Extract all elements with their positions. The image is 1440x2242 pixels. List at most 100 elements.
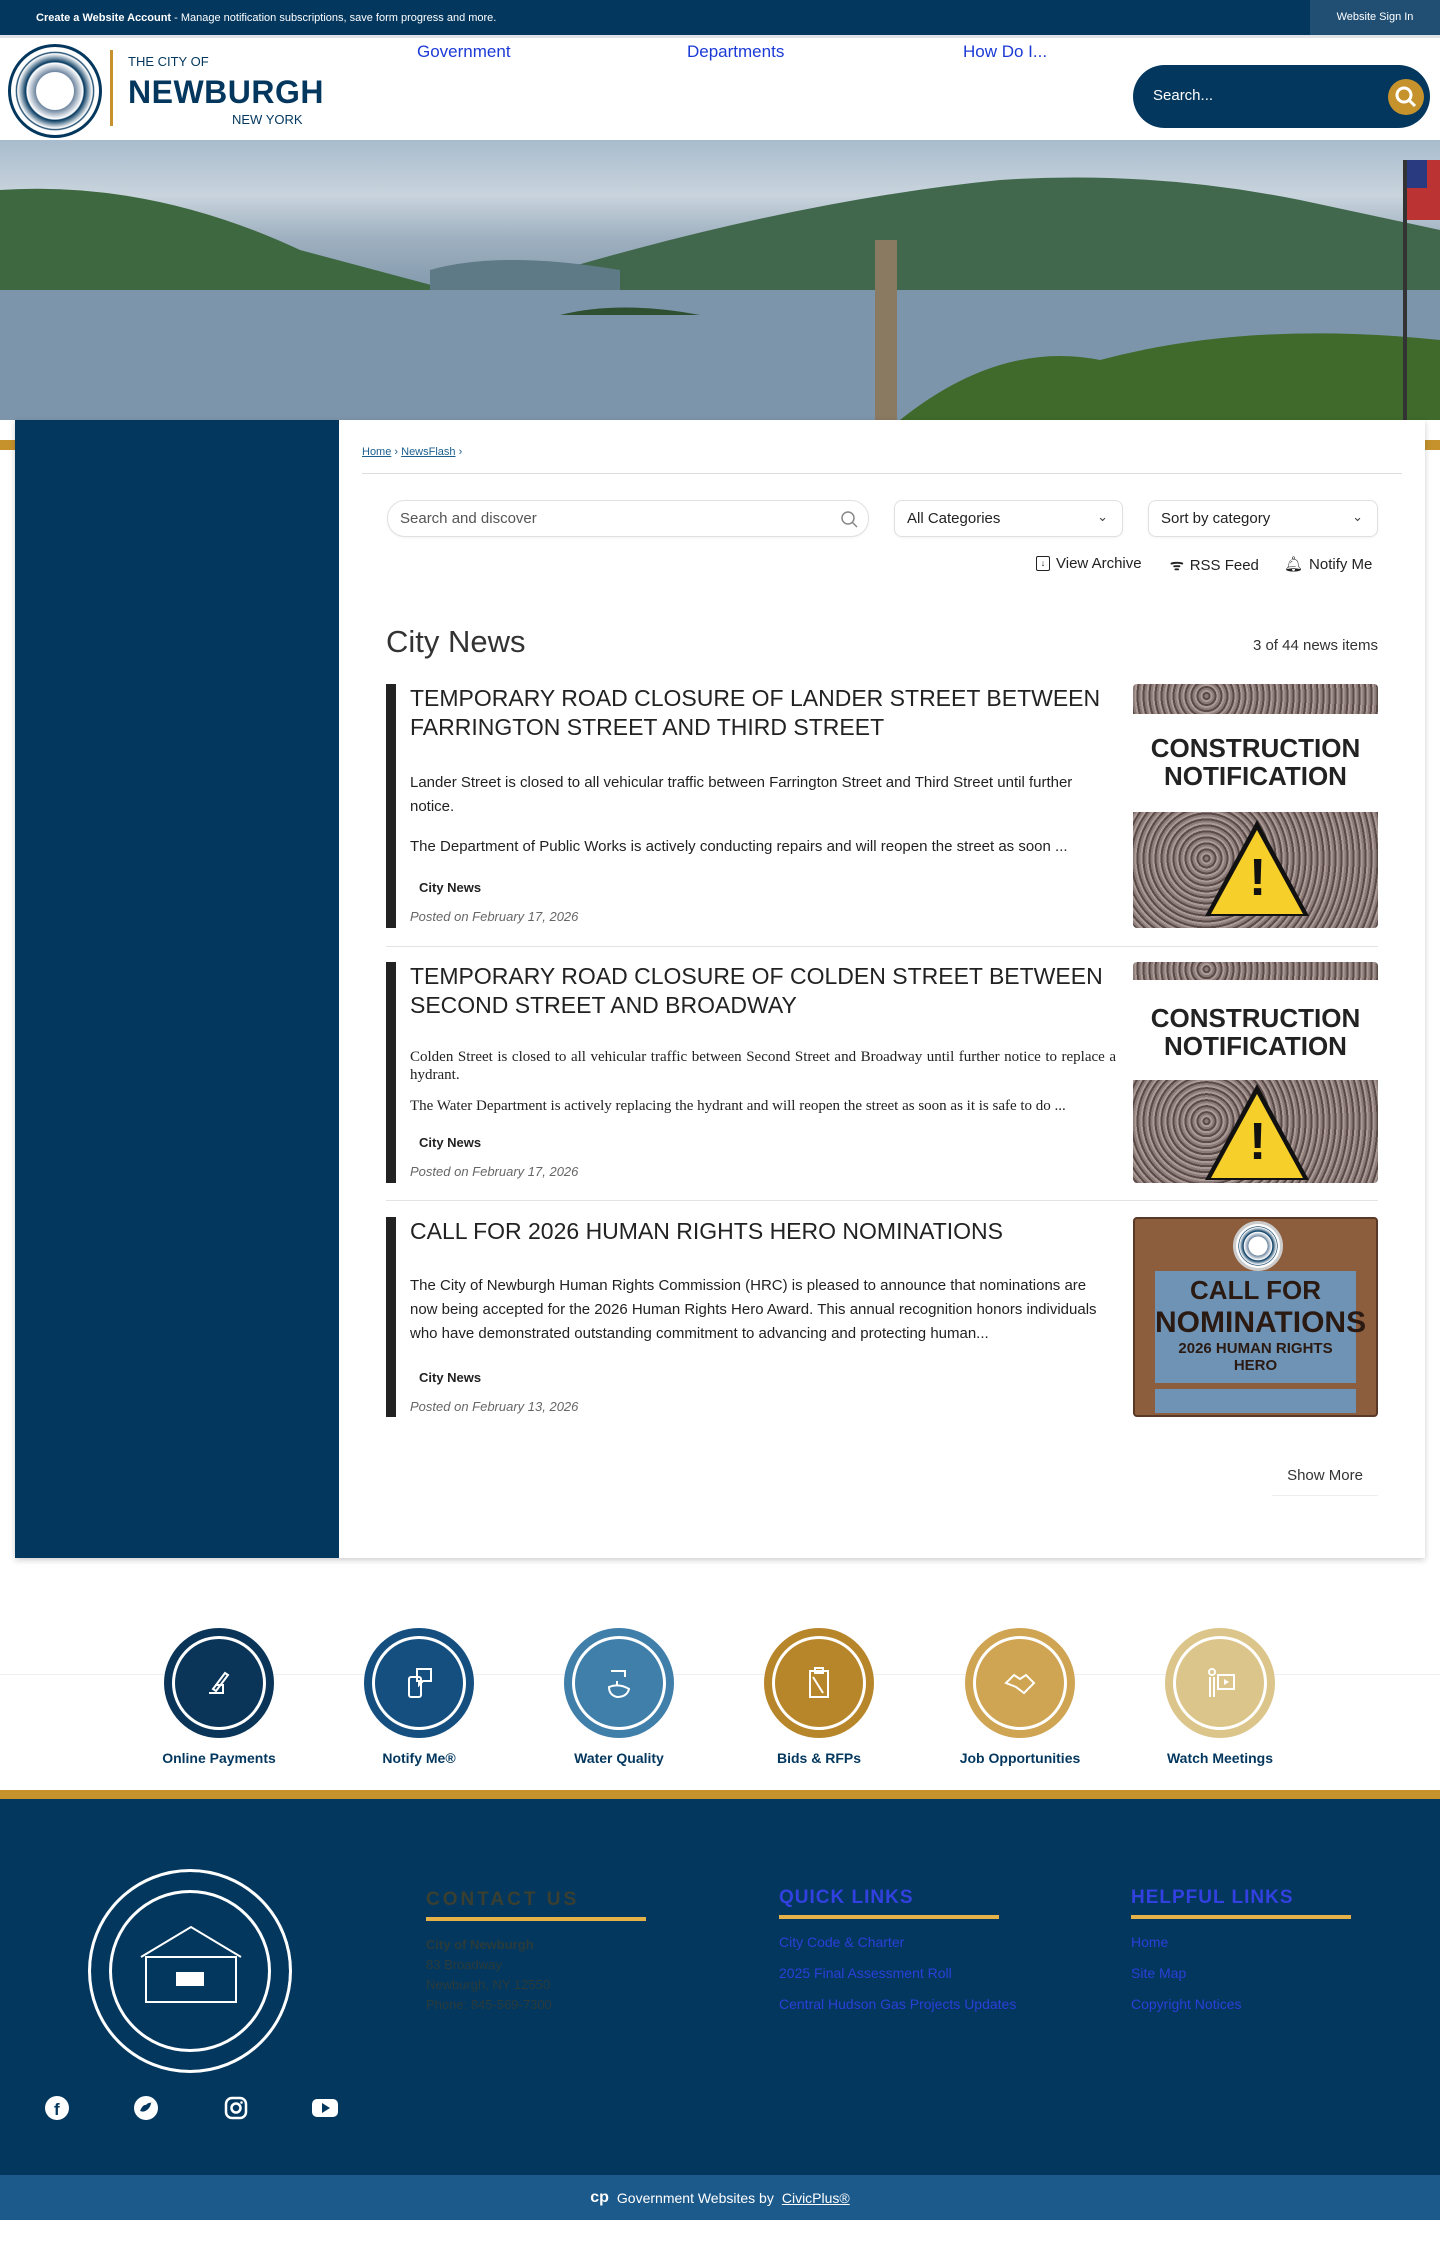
site-search[interactable]: Search... [1133,65,1430,128]
nav-departments[interactable]: Departments [687,42,784,62]
breadcrumb-home[interactable]: Home [362,446,391,458]
breadcrumb: Home › NewsFlash › [362,446,463,458]
hand-pen-icon [209,1671,230,1694]
twitter-icon[interactable] [133,2095,159,2121]
footer-link-site-map[interactable]: Site Map [1131,1958,1351,1989]
facebook-icon[interactable]: f [44,2095,70,2121]
quick-link-ring [973,1636,1067,1730]
quick-link-water-quality[interactable]: Water Quality [519,1628,719,1766]
instagram-icon[interactable] [223,2095,249,2121]
news-item-date: Posted on February 17, 2026 [410,909,579,924]
quick-link-bids-rfps[interactable]: Bids & RFPs [719,1628,919,1766]
news-item-category: City News [419,1370,482,1385]
svg-text:f: f [54,2100,60,2119]
site-header: THE CITY OF NEWBURGH NEW YORK Government… [0,35,1440,140]
gravel-texture [1133,962,1378,980]
nav-government[interactable]: Government [417,42,511,62]
footer-link-assessment-roll[interactable]: 2025 Final Assessment Roll [779,1958,1016,1989]
chevron-down-icon: ⌄ [1352,509,1363,524]
civicplus-text: Government Websites by [616,2189,774,2206]
contact-heading: CONTACT US [426,1889,580,1910]
quick-link-watch-meetings[interactable]: Watch Meetings [1120,1628,1320,1766]
footer-link-city-code[interactable]: City Code & Charter [779,1927,1016,1958]
footer-link-copyright[interactable]: Copyright Notices [1131,1989,1351,2020]
divider [386,1200,1378,1201]
news-item-summary: The City of Newburgh Human Rights Commis… [410,1277,1097,1342]
footer-link-home[interactable]: Home [1131,1927,1351,1958]
news-item-summary-2: The Water Department is actively replaci… [410,1098,1066,1114]
news-item: CALL FOR 2026 HUMAN RIGHTS HERO NOMINATI… [386,1217,1378,1417]
rss-feed-link[interactable]: ᯤ RSS Feed [1170,555,1259,575]
image-line2: NOMINATIONS [1155,1306,1367,1339]
exclamation-mark: ! [1249,1113,1267,1171]
footer-link-central-hudson[interactable]: Central Hudson Gas Projects Updates [779,1989,1016,2020]
news-item-title[interactable]: CALL FOR 2026 HUMAN RIGHTS HERO NOMINATI… [410,1217,1110,1246]
quick-link-circle[interactable] [965,1628,1075,1738]
city-seal-logo[interactable] [8,44,102,138]
site-search-input[interactable]: Search... [1153,87,1213,104]
news-item-summary: Lander Street is closed to all vehicular… [410,774,1073,815]
quick-link-circle[interactable] [764,1628,874,1738]
search-icon [1395,86,1417,108]
image-line3: 2026 HUMAN RIGHTS HERO [1178,1340,1333,1374]
quick-link-label: Water Quality [574,1750,664,1766]
quick-link-label: Online Payments [162,1750,276,1766]
news-search-placeholder: Search and discover [400,510,537,527]
youtube-icon[interactable] [312,2095,338,2121]
news-search-input[interactable]: Search and discover [387,500,869,537]
quick-link-job-opportunities[interactable]: Job Opportunities [920,1628,1120,1766]
site-footer: CONTACT US City of Newburgh 83 Broadway … [0,1790,1440,2175]
show-more-button[interactable]: Show More [1272,1464,1378,1496]
quick-link-circle[interactable] [1165,1628,1275,1738]
quick-link-circle[interactable] [364,1628,474,1738]
news-item-summary-2: The Department of Public Works is active… [410,838,1068,855]
footer-city-seal [88,1869,292,2073]
sign-in-button[interactable]: Website Sign In [1310,0,1440,35]
contact-phone[interactable]: Phone: 845-569-7300 [426,1995,646,2015]
quick-link-circle[interactable] [564,1628,674,1738]
river-landscape-image [0,160,1440,420]
divider [386,946,1378,947]
news-item: TEMPORARY ROAD CLOSURE OF LANDER STREET … [386,684,1378,928]
helpful-links-heading: HELPFUL LINKS [1131,1887,1294,1908]
news-item-category: City News [419,880,482,895]
construction-notification-image[interactable]: CONSTRUCTION NOTIFICATION ! [1133,684,1378,928]
heading-underline [426,1917,646,1921]
image-text-panel: CALL FOR NOMINATIONS 2026 HUMAN RIGHTS H… [1155,1271,1367,1383]
breadcrumb-newsflash[interactable]: NewsFlash [401,446,455,458]
quick-link-label: Job Opportunities [959,1750,1081,1766]
search-icon[interactable] [840,510,858,528]
account-description: - Manage notification subscriptions, sav… [171,12,497,24]
quick-link-ring [172,1636,266,1730]
news-item-title[interactable]: TEMPORARY ROAD CLOSURE OF COLDEN STREET … [410,962,1110,1020]
quick-link-ring [572,1636,666,1730]
exclamation-mark: ! [1249,849,1267,907]
quick-link-online-payments[interactable]: Online Payments [119,1628,319,1766]
news-item-date: Posted on February 13, 2026 [410,1399,579,1414]
create-account-link[interactable]: Create a Website Account [36,12,171,24]
construction-notification-image[interactable]: CONSTRUCTION NOTIFICATION ! [1133,962,1378,1183]
search-button[interactable] [1388,79,1424,115]
clipboard-icon [809,1667,829,1698]
contact-address: 83 Broadway [426,1957,502,1972]
view-archive-link[interactable]: ↓ View Archive [1036,555,1142,572]
gravel-texture [1133,684,1378,714]
seal-drawing [140,1925,242,2003]
news-item-accent-bar [386,962,396,1183]
notify-me-link[interactable]: 🔔︎ Notify Me [1284,555,1372,574]
civicplus-link[interactable]: CivicPlus® [782,2190,850,2206]
civicplus-logo-icon: cp [590,2188,609,2206]
news-item: TEMPORARY ROAD CLOSURE OF COLDEN STREET … [386,962,1378,1183]
news-item-title[interactable]: TEMPORARY ROAD CLOSURE OF LANDER STREET … [410,684,1110,742]
sort-select[interactable]: Sort by category ⌄ [1148,500,1378,537]
quick-link-circle[interactable] [164,1628,274,1738]
human-rights-hero-image[interactable]: CALL FOR NOMINATIONS 2026 HUMAN RIGHTS H… [1133,1217,1378,1417]
logo-line2[interactable]: NEWBURGH [128,74,324,111]
quick-link-label: Notify Me® [382,1750,456,1766]
nav-how-do-i[interactable]: How Do I... [963,42,1047,62]
category-select[interactable]: All Categories ⌄ [894,500,1123,537]
news-item-date: Posted on February 17, 2026 [410,1164,579,1179]
heading-underline [1131,1915,1351,1919]
footer-contact: CONTACT US City of Newburgh 83 Broadway … [426,1889,646,2015]
quick-link-notify-me[interactable]: Notify Me® [319,1628,519,1766]
